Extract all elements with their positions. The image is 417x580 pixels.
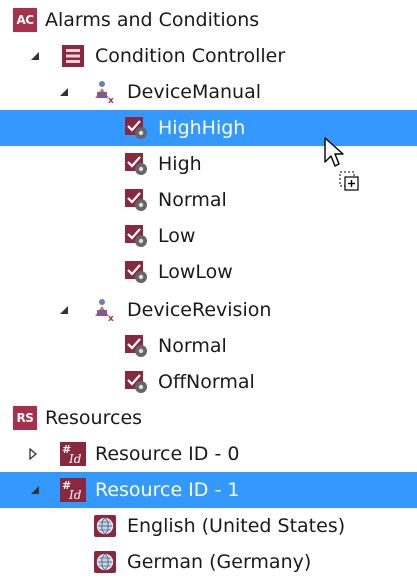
tree-item-label: Resources (45, 407, 143, 429)
tree-item-label: Normal (158, 189, 227, 211)
svg-text:x: x (108, 96, 114, 104)
tree-item-low[interactable]: Low (0, 218, 417, 254)
tree-item-german-de[interactable]: German (Germany) (0, 544, 417, 580)
tree-item-label: Normal (158, 335, 227, 357)
svg-text:Id: Id (68, 488, 82, 502)
device-icon: x (93, 298, 117, 324)
tree-item-alarms-and-conditions[interactable]: AC Alarms and Conditions (0, 2, 417, 38)
tree-item-label: Alarms and Conditions (45, 9, 260, 31)
tree-item-label: LowLow (158, 261, 233, 283)
resource-id-icon: # Id (60, 478, 86, 502)
tree-item-lowlow[interactable]: LowLow (0, 254, 417, 290)
tree-item-label: Resource ID - 0 (95, 443, 240, 465)
resource-id-icon: # Id (60, 442, 86, 466)
svg-text:Id: Id (68, 452, 82, 466)
language-globe-icon (93, 550, 117, 574)
tree-item-revision-normal[interactable]: Normal (0, 328, 417, 364)
tree-item-device-manual[interactable]: x DeviceManual (0, 74, 417, 110)
condition-state-icon (124, 188, 148, 212)
tree-item-english-us[interactable]: English (United States) (0, 508, 417, 544)
expanded-arrow-icon[interactable] (27, 482, 43, 498)
tree-item-label: DeviceManual (127, 81, 262, 103)
tree-item-resource-id-1[interactable]: # Id Resource ID - 1 (0, 472, 417, 508)
drag-copy-cursor-icon (322, 136, 362, 196)
condition-state-icon (124, 260, 148, 284)
collapsed-arrow-icon[interactable] (25, 446, 41, 462)
tree-item-label: OffNormal (158, 371, 255, 393)
expanded-arrow-icon[interactable] (27, 48, 43, 64)
tree-item-label: Low (158, 225, 196, 247)
tree-item-condition-controller[interactable]: Condition Controller (0, 38, 417, 74)
tree-item-label: DeviceRevision (127, 299, 272, 321)
tree-item-label: HighHigh (158, 117, 246, 139)
tree-item-resources[interactable]: RS Resources (0, 400, 417, 436)
expanded-arrow-icon[interactable] (56, 84, 72, 100)
condition-state-icon (124, 116, 148, 140)
condition-state-icon (124, 152, 148, 176)
expanded-arrow-icon[interactable] (56, 302, 72, 318)
condition-state-icon (124, 334, 148, 358)
tree-item-label: Condition Controller (95, 45, 286, 67)
condition-state-icon (124, 370, 148, 394)
tree-item-device-revision[interactable]: x DeviceRevision (0, 292, 417, 328)
tree-item-label: English (United States) (127, 515, 346, 537)
svg-text:x: x (108, 314, 114, 322)
device-icon: x (93, 80, 117, 106)
condition-state-icon (124, 224, 148, 248)
tree-item-label: High (158, 153, 202, 175)
resources-badge-icon: RS (13, 406, 37, 430)
tree-item-label: Resource ID - 1 (95, 479, 240, 501)
tree-view: AC Alarms and Conditions Condition Contr… (0, 0, 417, 580)
tree-item-label: German (Germany) (127, 551, 312, 573)
condition-controller-icon (61, 44, 85, 68)
alarms-conditions-badge-icon: AC (13, 8, 37, 32)
tree-item-offnormal[interactable]: OffNormal (0, 364, 417, 400)
tree-item-resource-id-0[interactable]: # Id Resource ID - 0 (0, 436, 417, 472)
language-globe-icon (93, 514, 117, 538)
